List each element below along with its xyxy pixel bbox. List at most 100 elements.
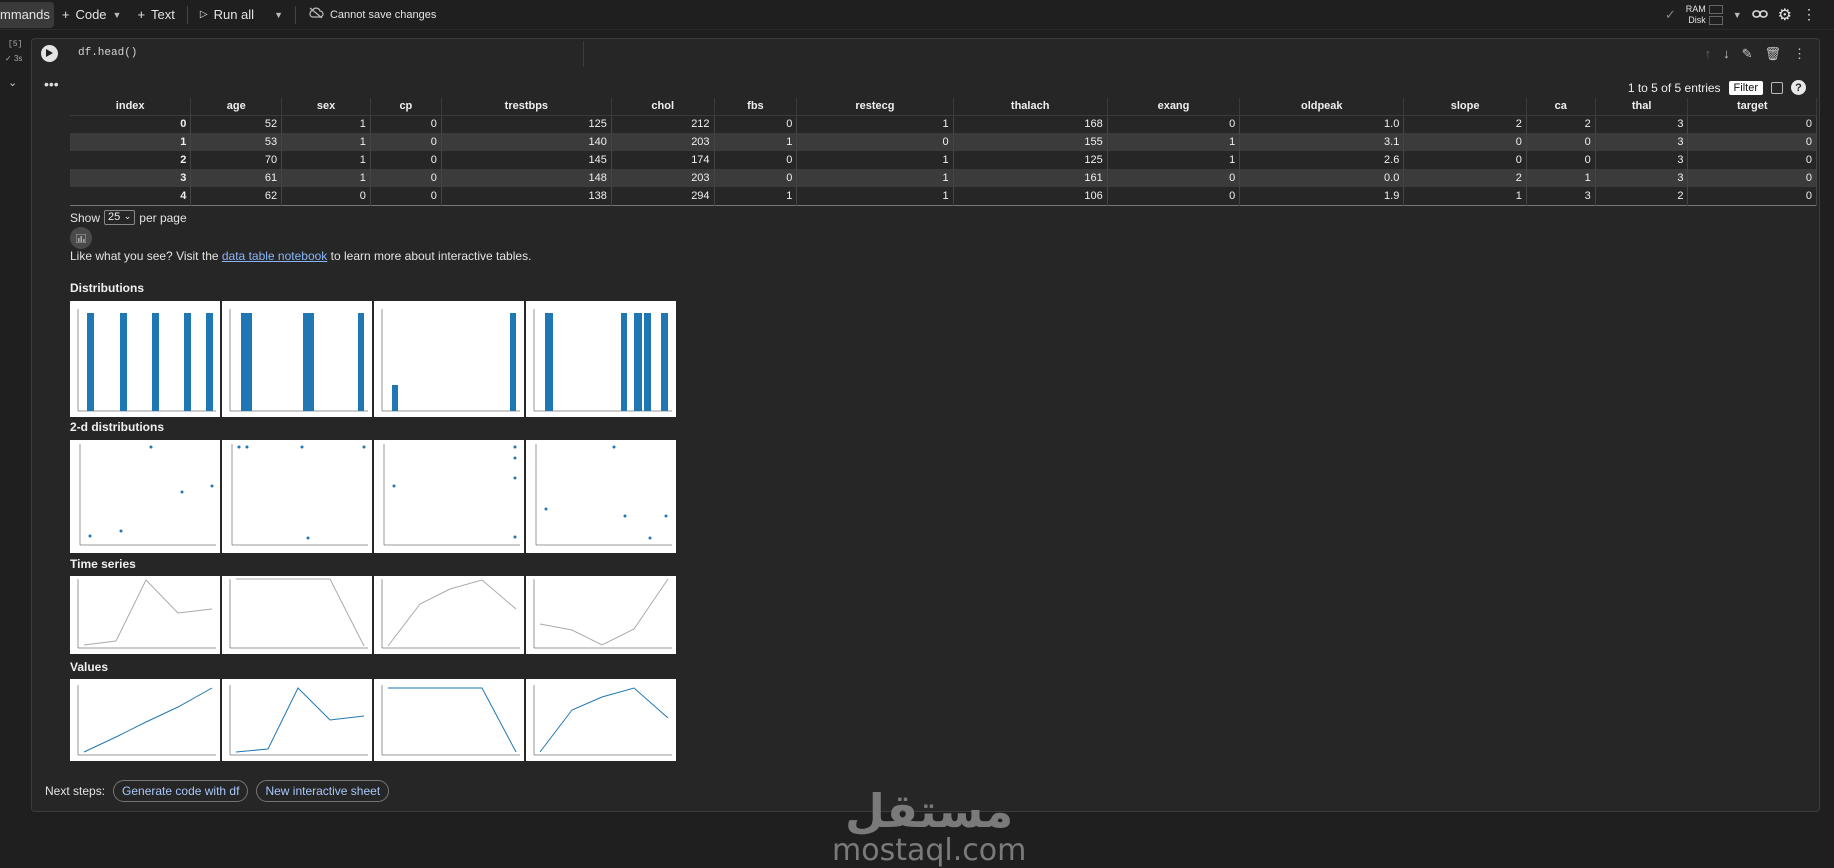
gear-icon[interactable]: ⚙ xyxy=(1778,5,1792,25)
edit-icon[interactable]: ✎ xyxy=(1742,46,1753,62)
dist-chart-index[interactable] xyxy=(70,301,220,417)
values-chart-sex[interactable] xyxy=(374,679,524,761)
table-cell: 70 xyxy=(190,151,283,169)
table-cell: 3 xyxy=(1526,187,1596,205)
chevron-down-icon[interactable]: ▼ xyxy=(1733,10,1742,20)
table-cell: 1 xyxy=(796,187,954,205)
timeseries-chart-1[interactable] xyxy=(70,576,220,654)
chevron-down-icon[interactable]: ▼ xyxy=(113,10,122,20)
values-chart-index[interactable] xyxy=(70,679,220,761)
table-cell: 53 xyxy=(190,133,283,151)
link-icon[interactable] xyxy=(1751,7,1768,22)
scatter-chart-1[interactable] xyxy=(70,440,220,553)
table-cell: 1 xyxy=(281,115,371,133)
add-text-button[interactable]: + Text xyxy=(129,1,182,29)
dist-chart-sex[interactable] xyxy=(374,301,524,417)
column-header[interactable]: thal xyxy=(1595,98,1689,116)
move-down-icon[interactable]: ↓ xyxy=(1723,46,1730,62)
run-all-label: Run all xyxy=(213,7,255,22)
run-cell-button[interactable] xyxy=(41,44,58,62)
add-code-button[interactable]: + Code ▼ xyxy=(54,1,130,29)
table-cell: 203 xyxy=(611,169,715,187)
move-up-icon[interactable]: ↑ xyxy=(1705,46,1712,62)
table-row: 1 53 1 0 140 203 1 0 155 1 3.1 0 0 3 0 xyxy=(70,133,1817,151)
timeseries-chart-4[interactable] xyxy=(526,576,676,654)
table-cell: 1 xyxy=(281,169,371,187)
bar-chart-icon xyxy=(76,233,86,243)
table-cell: 0 xyxy=(714,151,798,169)
commands-button[interactable]: mmands xyxy=(0,1,54,28)
timeseries-chart-3[interactable] xyxy=(374,576,524,654)
cannot-save-label: Cannot save changes xyxy=(329,8,437,21)
table-cell: 145 xyxy=(441,151,612,169)
mostaql-watermark: مستقل mostaql.com xyxy=(832,787,1026,867)
code-editor-row: df.head() xyxy=(36,40,1820,66)
suggest-charts-button[interactable] xyxy=(70,227,92,249)
more-vert-icon[interactable]: ⋮ xyxy=(1793,46,1806,62)
column-header[interactable]: cp xyxy=(370,98,442,116)
column-header[interactable]: sex xyxy=(281,98,371,116)
column-header[interactable]: restecg xyxy=(796,98,954,116)
more-vert-icon[interactable]: ⋮ xyxy=(1802,6,1816,23)
run-all-button[interactable]: ▷ Run all ▼ xyxy=(192,1,291,29)
cloud-off-icon xyxy=(308,7,324,22)
table-row: 0 52 1 0 125 212 0 1 168 0 1.0 2 2 3 0 xyxy=(70,115,1817,133)
values-chart-age[interactable] xyxy=(222,679,372,761)
cell-output: ••• 1 to 5 of 5 entries Filter ? index ag… xyxy=(32,72,1818,867)
table-cell: 2 xyxy=(1403,115,1527,133)
watermark-arabic: مستقل xyxy=(845,784,1014,838)
column-header[interactable]: index xyxy=(70,98,192,116)
new-interactive-sheet-button[interactable]: New interactive sheet xyxy=(256,780,390,802)
values-chart-trestbps[interactable] xyxy=(526,679,676,761)
column-header[interactable]: trestbps xyxy=(441,98,612,116)
column-header[interactable]: oldpeak xyxy=(1239,98,1405,116)
table-cell: 2 xyxy=(1595,187,1689,205)
table-cell: 161 xyxy=(953,169,1108,187)
collapse-output-icon[interactable]: ⌄ xyxy=(8,76,17,89)
table-cell: 3 xyxy=(1595,115,1689,133)
output-menu-icon[interactable]: ••• xyxy=(44,76,59,92)
scatter-chart-3[interactable] xyxy=(374,440,524,553)
table-cell: 0.0 xyxy=(1239,169,1405,187)
play-icon xyxy=(46,49,53,57)
help-icon[interactable]: ? xyxy=(1791,80,1806,95)
timeseries-chart-2[interactable] xyxy=(222,576,372,654)
chevron-down-icon[interactable]: ▼ xyxy=(274,10,283,20)
code-editor[interactable]: df.head() xyxy=(78,47,137,59)
row-index-cell: 0 xyxy=(70,115,192,133)
column-header[interactable]: chol xyxy=(611,98,715,116)
table-cell: 1 xyxy=(1107,133,1241,151)
editor-divider xyxy=(583,41,584,67)
column-header[interactable]: fbs xyxy=(714,98,798,116)
scatter-chart-4[interactable] xyxy=(526,440,676,553)
data-table-notebook-link[interactable]: data table notebook xyxy=(222,249,327,263)
column-header[interactable]: slope xyxy=(1403,98,1527,116)
copy-icon[interactable] xyxy=(1771,81,1783,94)
row-index-cell: 2 xyxy=(70,151,192,169)
column-header[interactable]: age xyxy=(190,98,283,116)
table-cell: 138 xyxy=(441,187,612,205)
column-header[interactable]: target xyxy=(1687,98,1817,116)
table-cell: 52 xyxy=(190,115,283,133)
dist-chart-age[interactable] xyxy=(222,301,372,417)
resource-monitor[interactable]: RAM Disk xyxy=(1686,4,1723,26)
dist-chart-trestbps[interactable] xyxy=(526,301,676,417)
table-cell: 212 xyxy=(611,115,715,133)
table-cell: 1 xyxy=(714,133,798,151)
delete-icon[interactable]: 🗑 xyxy=(1764,46,1781,62)
table-cell: 1 xyxy=(1107,151,1241,169)
table-cell: 61 xyxy=(190,169,283,187)
generate-code-button[interactable]: Generate code with df xyxy=(113,780,249,802)
scatter-chart-2[interactable] xyxy=(222,440,372,553)
promo-before: Like what you see? Visit the xyxy=(70,249,222,263)
check-icon: ✓ xyxy=(5,54,12,63)
column-header[interactable]: ca xyxy=(1526,98,1596,116)
per-page-select[interactable]: 25 ⌄ xyxy=(104,210,136,225)
table-cell: 1 xyxy=(1403,187,1527,205)
filter-button[interactable]: Filter xyxy=(1728,80,1763,95)
table-cell: 203 xyxy=(611,133,715,151)
table-controls: 1 to 5 of 5 entries Filter ? xyxy=(1628,80,1806,95)
column-header[interactable]: exang xyxy=(1107,98,1241,116)
cannot-save-status[interactable]: Cannot save changes xyxy=(300,1,444,29)
column-header[interactable]: thalach xyxy=(953,98,1108,116)
